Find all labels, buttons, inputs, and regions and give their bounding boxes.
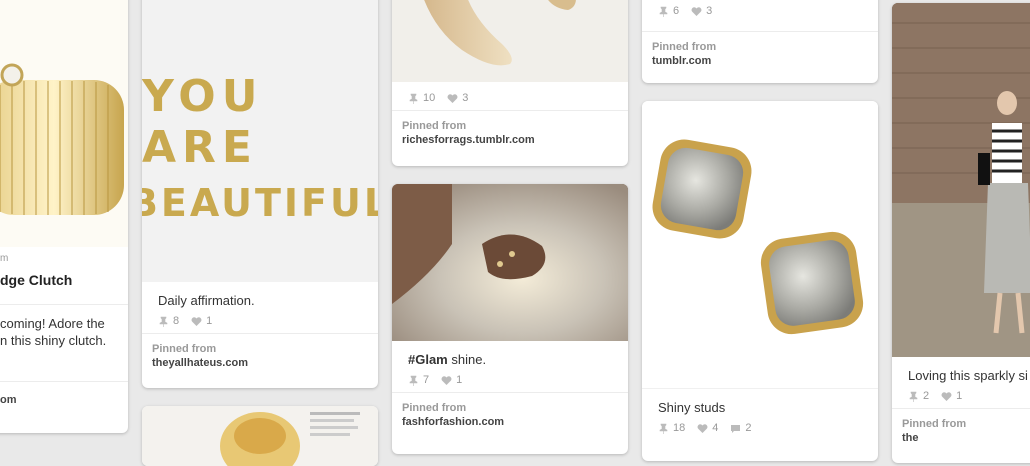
like-count: 1 bbox=[441, 374, 462, 386]
like-count: 1 bbox=[191, 315, 212, 327]
pin-image-glam[interactable] bbox=[392, 184, 628, 341]
repin-count-value: 2 bbox=[923, 390, 930, 402]
street-style-image bbox=[892, 3, 1030, 357]
pin-source-partial: m bbox=[0, 253, 9, 264]
heart-icon bbox=[691, 6, 702, 16]
pin-image-affirmation[interactable]: YOU ARE BEAUTIFUL bbox=[142, 0, 378, 282]
repin-count-value: 7 bbox=[423, 374, 430, 386]
pinned-from-label: Pinned from bbox=[402, 402, 467, 414]
repin-count: 7 bbox=[408, 374, 429, 386]
comment-count-value: 2 bbox=[745, 422, 752, 434]
pin-description: Shiny studs bbox=[658, 400, 726, 415]
stud-earrings-image bbox=[652, 139, 864, 335]
pin-card-glitter[interactable]: glitter 6 3 Pinned from tumblr.com bbox=[642, 0, 878, 83]
pinned-from-label: Pinned from bbox=[652, 41, 717, 53]
pinned-from-label: Pinned from bbox=[402, 120, 467, 132]
like-count-value: 1 bbox=[206, 315, 213, 327]
repin-count: 6 bbox=[658, 5, 679, 17]
like-count: 4 bbox=[697, 422, 718, 434]
repin-count: 18 bbox=[658, 422, 685, 434]
pin-description: Loving this sparkly si bbox=[908, 368, 1028, 383]
repin-icon bbox=[659, 423, 668, 434]
pin-source[interactable]: Pinned from the bbox=[892, 408, 1030, 454]
like-count-value: 4 bbox=[712, 422, 719, 434]
repin-icon bbox=[909, 391, 918, 402]
like-count-value: 3 bbox=[706, 5, 713, 17]
pinned-from-label: Pinned from bbox=[152, 343, 217, 355]
pin-card-glam[interactable]: #Glam shine. 7 1 Pinned from fashforfash… bbox=[392, 184, 628, 454]
comment-count: 2 bbox=[730, 422, 752, 434]
pin-description-line1: coming! Adore the bbox=[0, 316, 105, 331]
pin-description-text: shine. bbox=[447, 352, 487, 367]
repin-icon bbox=[409, 93, 418, 104]
repin-count-value: 6 bbox=[673, 5, 680, 17]
comment-icon bbox=[731, 424, 741, 433]
heart-icon bbox=[697, 423, 708, 433]
pin-card-street[interactable]: Loving this sparkly si 2 1 Pinned from t… bbox=[892, 3, 1030, 463]
repin-icon bbox=[159, 316, 168, 327]
heart-icon bbox=[441, 375, 452, 385]
heart-icon bbox=[941, 391, 952, 401]
like-count-value: 1 bbox=[456, 374, 463, 386]
pin-source-url[interactable]: tumblr.com bbox=[652, 55, 868, 67]
pin-hashtag[interactable]: #Glam bbox=[408, 352, 448, 367]
pin-source[interactable]: Pinned from fashforfashion.com bbox=[392, 392, 628, 438]
pin-image-clutch[interactable] bbox=[0, 0, 128, 247]
pin-description: Daily affirmation. bbox=[158, 293, 255, 308]
pin-source-url[interactable]: om bbox=[0, 394, 118, 406]
repin-count-value: 18 bbox=[673, 422, 686, 434]
like-count: 3 bbox=[691, 5, 712, 17]
glitter-heels-image bbox=[424, 0, 576, 66]
pin-description-partial: glitter bbox=[658, 0, 862, 1]
like-count-value: 1 bbox=[956, 390, 963, 402]
repin-icon bbox=[409, 375, 418, 386]
like-count-value: 3 bbox=[462, 92, 469, 104]
repin-count-value: 8 bbox=[173, 315, 180, 327]
pin-card-magazine[interactable] bbox=[142, 406, 378, 466]
repin-count-value: 10 bbox=[423, 92, 436, 104]
pin-source[interactable]: Pinned from theyallhateus.com bbox=[142, 333, 378, 379]
sequin-top-image bbox=[392, 184, 628, 341]
pin-image-street[interactable] bbox=[892, 3, 1030, 357]
repin-count: 10 bbox=[408, 92, 435, 104]
pin-card-studs[interactable]: Shiny studs 18 4 2 bbox=[642, 101, 878, 461]
pin-source-url[interactable]: fashforfashion.com bbox=[402, 416, 618, 428]
pin-card-heels[interactable]: 10 3 Pinned from richesforrags.tumblr.co… bbox=[392, 0, 628, 166]
pinned-from-label: Pinned from bbox=[902, 418, 967, 430]
heart-icon bbox=[191, 316, 202, 326]
pin-source-url[interactable]: richesforrags.tumblr.com bbox=[402, 134, 618, 146]
repin-count: 8 bbox=[158, 315, 179, 327]
like-count: 3 bbox=[447, 92, 468, 104]
pin-card-clutch[interactable]: m dge Clutch coming! Adore the n this sh… bbox=[0, 0, 128, 433]
pin-image-studs[interactable] bbox=[642, 101, 878, 388]
heart-icon bbox=[447, 93, 458, 103]
pin-source-url[interactable]: the bbox=[902, 432, 1030, 444]
like-count: 1 bbox=[941, 390, 962, 402]
magazine-image bbox=[220, 412, 360, 466]
affirmation-text-line1: YOU ARE bbox=[142, 71, 264, 173]
pin-source[interactable]: Pinned from richesforrags.tumblr.com bbox=[392, 110, 628, 156]
pin-description: #Glam shine. bbox=[408, 351, 612, 368]
pin-card-affirmation[interactable]: YOU ARE BEAUTIFUL Daily affirmation. 8 1… bbox=[142, 0, 378, 388]
pin-description-line2: n this shiny clutch. bbox=[0, 333, 107, 348]
repin-icon bbox=[659, 6, 668, 17]
pin-title[interactable]: dge Clutch bbox=[0, 272, 112, 288]
repin-count: 2 bbox=[908, 390, 929, 402]
gold-clutch-image bbox=[0, 63, 124, 215]
affirmation-text-line2: BEAUTIFUL bbox=[142, 181, 378, 225]
pin-image-magazine[interactable] bbox=[142, 406, 378, 466]
pin-source-url[interactable]: theyallhateus.com bbox=[152, 357, 368, 369]
pin-image-heels[interactable] bbox=[392, 0, 628, 82]
pin-source[interactable]: Pinned from tumblr.com bbox=[642, 31, 878, 77]
